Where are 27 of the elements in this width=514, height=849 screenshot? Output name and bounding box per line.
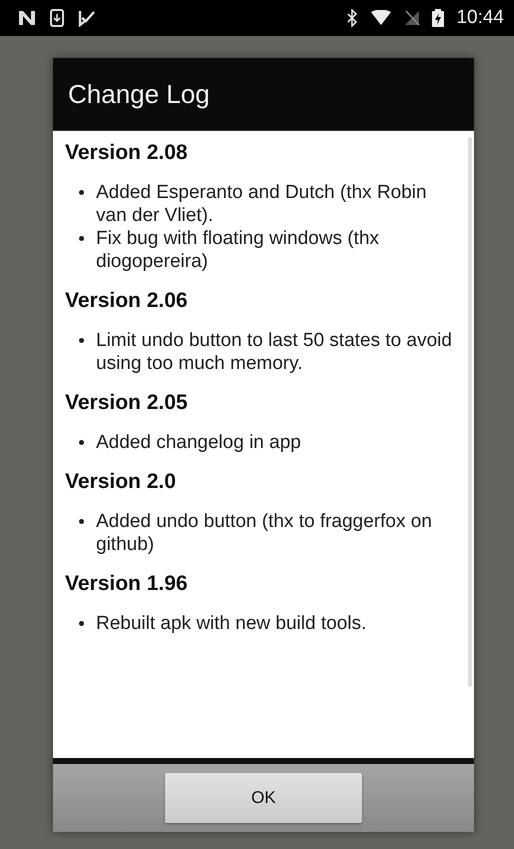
version-heading: Version 2.08 — [65, 141, 189, 165]
change-item: Limit undo button to last 50 states to avoid using too much memory. — [96, 329, 453, 375]
bullet-icon — [79, 338, 84, 343]
wifi-icon — [370, 10, 392, 26]
bluetooth-icon — [346, 9, 358, 27]
download-icon — [50, 9, 64, 27]
no-signal-icon — [404, 10, 420, 26]
version-heading: Version 2.05 — [65, 391, 189, 415]
change-item: Added changelog in app — [96, 431, 301, 454]
bullet-icon — [79, 236, 84, 241]
bullet-icon — [79, 440, 84, 445]
battery-charging-icon — [432, 9, 444, 27]
n-logo-icon — [18, 10, 36, 26]
bullet-icon — [79, 190, 84, 195]
version-heading: Version 1.96 — [65, 572, 189, 596]
dialog-title: Change Log — [68, 78, 210, 110]
bullet-icon — [79, 621, 84, 626]
ok-button[interactable]: OK — [165, 773, 362, 823]
bullet-icon — [79, 519, 84, 524]
clock-time: 10:44 — [456, 7, 504, 29]
change-item: Rebuilt apk with new build tools. — [96, 612, 366, 635]
change-item: Fix bug with floating windows (thx diogopereira) — [96, 227, 380, 273]
change-item: Added undo button (thx to fraggerfox on github) — [96, 510, 433, 556]
checkmark-icon — [78, 9, 96, 27]
change-item: Added Esperanto and Dutch (thx Robin van der Vliet). — [96, 181, 428, 227]
version-heading: Version 2.0 — [65, 470, 177, 494]
version-heading: Version 2.06 — [65, 289, 189, 313]
